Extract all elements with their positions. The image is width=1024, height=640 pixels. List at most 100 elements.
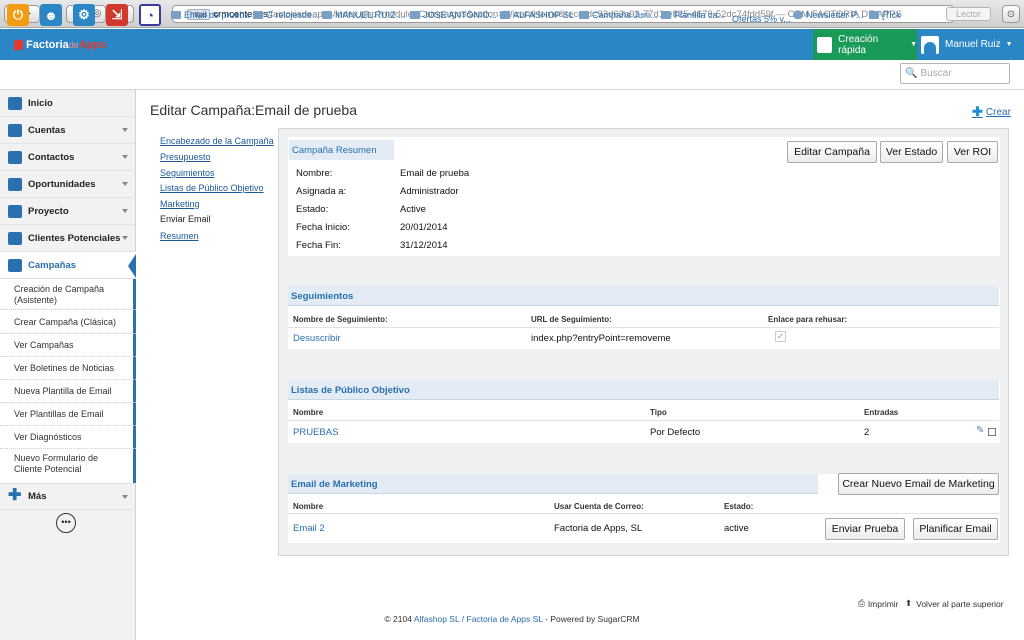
power-icon[interactable]: ⏻ xyxy=(7,4,29,26)
search-input[interactable]: 🔍 Buscar xyxy=(900,63,1010,84)
sidebar-item-cuentas[interactable]: Cuentas xyxy=(0,117,136,144)
recent-item[interactable]: G relojesde... xyxy=(253,10,320,20)
marketing-email-link[interactable]: Email 2 xyxy=(293,523,325,534)
document-icon xyxy=(253,11,263,19)
submenu-item[interactable]: Ver Diagnósticos xyxy=(14,432,126,443)
more-options-icon[interactable]: ••• xyxy=(56,513,76,533)
sidebar-item-oportunidades[interactable]: Oportunidades xyxy=(0,171,136,198)
column-header: Usar Cuenta de Correo: xyxy=(554,502,644,511)
view-status-button[interactable]: Ver Estado xyxy=(880,141,943,163)
tracking-title: Seguimientos xyxy=(288,286,999,306)
arrows-icon[interactable]: ⇲ xyxy=(106,4,128,26)
column-header: Tipo xyxy=(650,408,667,417)
recent-label: Plantilla ca... xyxy=(674,10,726,20)
divider xyxy=(0,402,136,403)
remove-icon[interactable] xyxy=(988,428,996,436)
recent-label: Newsletter P... xyxy=(806,10,864,20)
envelope-icon xyxy=(661,11,671,19)
create-link-label: Crear xyxy=(985,106,1011,118)
sidebar-item-campanas[interactable]: Campañas xyxy=(0,252,136,279)
quick-create-menu[interactable]: Creación rápida ▼ xyxy=(813,29,917,60)
submenu-item[interactable]: Ver Campañas xyxy=(14,340,126,351)
edit-campaign-button[interactable]: Editar Campaña xyxy=(787,141,877,163)
sidebar-item-label: Cuentas xyxy=(28,124,66,136)
optout-checkbox: ✓ xyxy=(775,331,786,342)
logo-text-c: Apps xyxy=(78,39,107,51)
contact-icon xyxy=(322,11,332,19)
create-link[interactable]: ✚ Crear xyxy=(972,104,1011,120)
recent-item[interactable]: Newsletter P... xyxy=(793,10,863,20)
chevron-down-icon xyxy=(122,495,128,499)
print-link[interactable]: ⎙ Imprimir xyxy=(858,598,899,609)
divider xyxy=(0,379,136,380)
sidebar-item-inicio[interactable]: Inicio xyxy=(0,90,136,117)
divider xyxy=(0,356,136,357)
contact-icon xyxy=(410,11,420,19)
recent-item[interactable]: Email de prueba xyxy=(171,10,250,20)
back-to-top-link[interactable]: ⬆ Volver al parte superior xyxy=(905,598,1004,609)
recent-item[interactable]: ALFASHOP SL xyxy=(500,10,574,20)
logo-text-b: de xyxy=(68,40,79,50)
wizard-step-marketing[interactable]: Marketing xyxy=(160,199,200,209)
wizard-step-send-email: Enviar Email xyxy=(160,214,211,224)
field-value: 20/01/2014 xyxy=(400,222,448,233)
field-label: Nombre: xyxy=(296,168,333,179)
recent-item[interactable]: Ofertas 5% v... xyxy=(732,14,791,24)
contacts-icon xyxy=(8,150,22,164)
wizard-step-target-lists[interactable]: Listas de Público Objetivo xyxy=(160,183,264,193)
wizard-step-budget[interactable]: Presupuesto xyxy=(160,152,211,162)
building-icon xyxy=(8,123,22,137)
search-placeholder: Buscar xyxy=(920,68,952,79)
send-test-button[interactable]: Enviar Prueba xyxy=(825,518,905,540)
recent-item[interactable]: MANUEL RUIZ ... xyxy=(322,10,406,20)
submenu-item[interactable]: Nueva Plantilla de Email xyxy=(14,386,126,397)
sidebar-item-mas[interactable]: ✚ Más xyxy=(0,483,136,510)
column-header: Enlace para rehusar: xyxy=(768,315,848,324)
logo-cube-icon xyxy=(14,39,23,51)
recent-label: MANUEL RUIZ ... xyxy=(335,10,406,20)
campaign-icon xyxy=(8,258,22,272)
powered-by: - Powered by SugarCRM xyxy=(545,614,640,624)
sidebar-item-clientes-potenciales[interactable]: Clientes Potenciales xyxy=(0,225,136,252)
new-marketing-email-button[interactable]: Crear Nuevo Email de Marketing xyxy=(838,473,999,495)
target-list-link[interactable]: PRUEBAS xyxy=(293,427,338,438)
divider xyxy=(0,448,136,449)
sidebar-item-contactos[interactable]: Contactos xyxy=(0,144,136,171)
user-menu[interactable]: Manuel Ruiz ▼ xyxy=(918,29,1024,60)
recent-item[interactable]: JOSE ANTONIO... xyxy=(410,10,497,20)
column-header: Nombre xyxy=(293,408,324,417)
company-link-b[interactable]: Factoria de Apps SL xyxy=(467,614,543,624)
schedule-email-button[interactable]: Planificar Email xyxy=(913,518,998,540)
user-name: Manuel Ruiz xyxy=(945,39,1001,50)
submenu-item[interactable]: Creación de Campaña (Asistente) xyxy=(14,284,126,306)
home-icon xyxy=(8,96,22,110)
users-icon[interactable]: ☻ xyxy=(40,4,62,26)
wizard-step-header[interactable]: Encabezado de la Campaña xyxy=(160,136,274,146)
recent-item[interactable]: [Tick xyxy=(869,10,901,20)
sidebar-item-label: Proyecto xyxy=(28,205,69,217)
wizard-step-summary[interactable]: Resumen xyxy=(160,231,199,241)
recent-item[interactable]: Campaña Juni... xyxy=(579,10,658,20)
submenu-item[interactable]: Ver Boletines de Noticias xyxy=(14,363,126,374)
reader-button[interactable]: Lector xyxy=(946,7,991,21)
download-icon[interactable]: ⊙ xyxy=(1002,5,1020,23)
chevron-down-icon xyxy=(122,236,128,240)
view-roi-button[interactable]: Ver ROI xyxy=(947,141,998,163)
company-link-a[interactable]: Alfashop SL xyxy=(414,614,460,624)
gear-icon[interactable]: ⚙ xyxy=(73,4,95,26)
target-list-entries: 2 xyxy=(864,427,870,438)
submenu-item[interactable]: Crear Campaña (Clásica) xyxy=(14,317,126,328)
recent-item[interactable]: Plantilla ca... xyxy=(661,10,725,20)
sidebar-item-label: Contactos xyxy=(28,151,75,163)
edit-pencil-icon[interactable]: ✎ xyxy=(976,425,984,436)
divider xyxy=(288,513,999,514)
submenu-item[interactable]: Ver Plantillas de Email xyxy=(14,409,126,420)
submenu-item[interactable]: Nuevo Formulario de Cliente Potencial xyxy=(14,453,126,475)
clock-icon[interactable]: ◔ xyxy=(139,4,161,26)
sidebar-item-proyecto[interactable]: Proyecto xyxy=(0,198,136,225)
tracker-url: index.php?entryPoint=removeme xyxy=(531,333,671,344)
app-logo[interactable]: Factoria de Apps xyxy=(14,39,106,51)
tracker-name-link[interactable]: Desuscribir xyxy=(293,333,341,344)
printer-icon: ⎙ xyxy=(858,598,865,608)
wizard-step-tracking[interactable]: Seguimientos xyxy=(160,168,215,178)
